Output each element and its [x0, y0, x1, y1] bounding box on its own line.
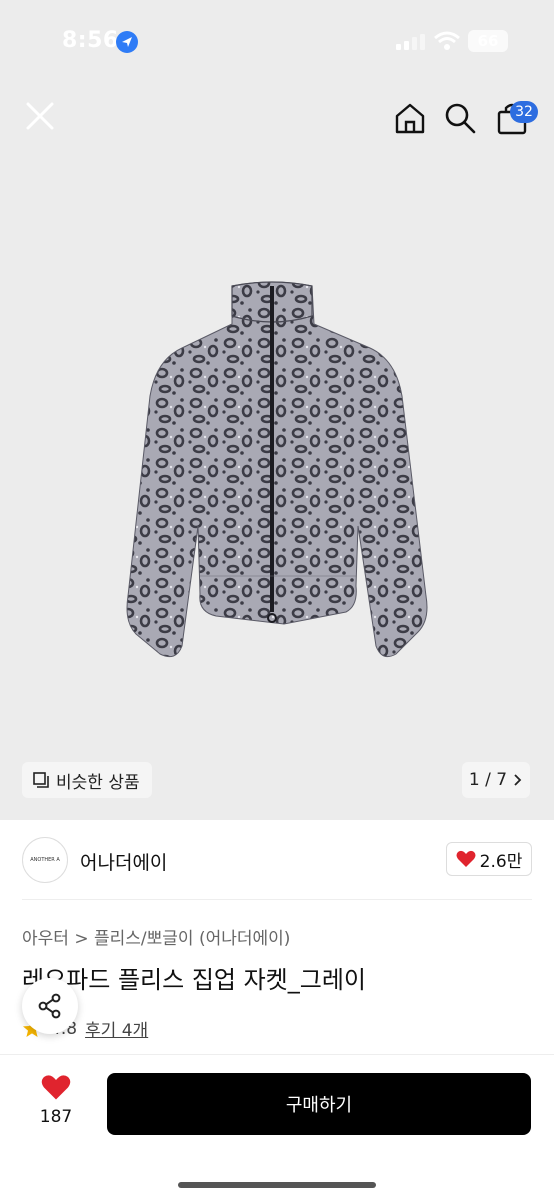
pager-text: 1 / 7	[468, 770, 508, 790]
search-button[interactable]	[442, 100, 478, 136]
share-button[interactable]	[22, 978, 78, 1034]
search-icon	[445, 103, 476, 134]
wifi-icon	[434, 31, 460, 50]
cart-count-badge: 32	[510, 101, 538, 123]
product-image[interactable]	[120, 276, 434, 700]
similar-products-button[interactable]: 비슷한 상품	[22, 762, 152, 798]
home-indicator	[178, 1182, 376, 1188]
home-icon	[395, 103, 425, 134]
brand-logo-text: ANOTHER A	[30, 857, 60, 863]
divider	[22, 899, 532, 900]
copy-icon	[33, 772, 49, 788]
status-time: 8:56	[62, 28, 119, 53]
chevron-right-icon	[514, 774, 522, 786]
share-icon	[38, 993, 61, 1019]
breadcrumb-separator: >	[74, 929, 89, 949]
brand-like-button[interactable]: 2.6만	[446, 842, 532, 876]
battery-level: 66	[477, 32, 499, 50]
close-icon	[26, 102, 54, 130]
wishlist-button[interactable]: 187	[30, 1074, 82, 1127]
breadcrumb-subcategory[interactable]: 플리스/뽀글이 (어나더에이)	[94, 929, 290, 949]
product-title: 레오파드 플리스 집업 자켓_그레이	[22, 966, 367, 994]
wishlist-count: 187	[39, 1107, 73, 1127]
home-button[interactable]	[392, 100, 428, 136]
status-bar: 8:56 66	[0, 0, 554, 86]
image-pager[interactable]: 1 / 7	[462, 762, 530, 798]
brand-logo[interactable]: ANOTHER A	[22, 837, 68, 883]
breadcrumb-category[interactable]: 아우터	[22, 929, 69, 949]
battery-icon: 66	[468, 30, 508, 52]
location-icon	[116, 31, 138, 53]
brand-name[interactable]: 어나더에이	[80, 848, 167, 875]
heart-icon	[456, 850, 476, 867]
review-link[interactable]: 후기 4개	[85, 1016, 148, 1041]
heart-icon	[41, 1075, 71, 1100]
signal-icon	[396, 34, 425, 50]
similar-products-label: 비슷한 상품	[56, 772, 140, 793]
close-button[interactable]	[20, 96, 60, 136]
breadcrumb: 아우터 > 플리스/뽀글이 (어나더에이)	[22, 924, 290, 949]
brand-like-count: 2.6만	[479, 851, 523, 872]
buy-button[interactable]: 구매하기	[107, 1073, 531, 1135]
